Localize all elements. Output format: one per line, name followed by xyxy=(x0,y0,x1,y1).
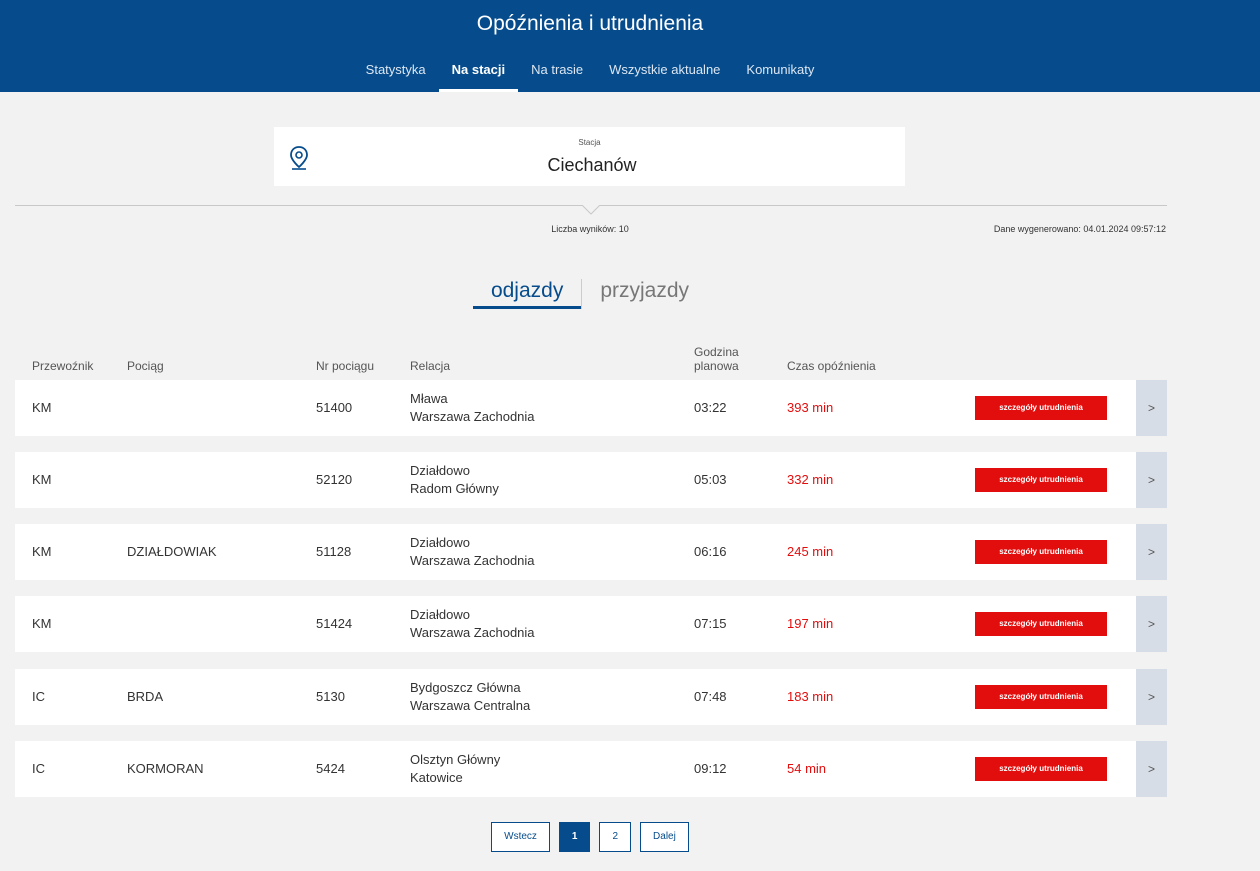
cell-planned: 06:16 xyxy=(694,544,727,559)
next-page-button[interactable]: Dalej xyxy=(640,822,689,852)
relation-from: Bydgoszcz Główna xyxy=(410,680,521,695)
relation-from: Działdowo xyxy=(410,535,470,550)
header-relation: Relacja xyxy=(410,359,451,373)
cell-carrier: KM xyxy=(32,400,52,415)
nav-item-na-stacji[interactable]: Na stacji xyxy=(438,62,519,92)
cell-relation: Olsztyn Główny Katowice xyxy=(410,751,500,787)
relation-to: Warszawa Zachodnia xyxy=(410,409,535,424)
cell-train-no: 51424 xyxy=(316,616,353,631)
generated-timestamp: Dane wygenerowano: 04.01.2024 09:57:12 xyxy=(993,224,1166,234)
relation-to: Warszawa Centralna xyxy=(410,698,531,713)
cell-delay: 54 min xyxy=(787,761,827,776)
details-button[interactable]: szczegóły utrudnienia xyxy=(975,685,1107,709)
details-button[interactable]: szczegóły utrudnienia xyxy=(975,757,1107,781)
relation-from: Mława xyxy=(410,391,448,406)
cell-train: KORMORAN xyxy=(127,761,204,776)
cell-carrier: KM xyxy=(32,544,52,559)
header-carrier: Przewoźnik xyxy=(32,359,94,373)
table-row: KM 51400 Mława Warszawa Zachodnia 03:22 3… xyxy=(15,380,1167,436)
page-2-button[interactable]: 2 xyxy=(599,822,632,852)
relation-from: Działdowo xyxy=(410,607,470,622)
cell-planned: 03:22 xyxy=(694,400,727,415)
chevron-right-icon[interactable]: > xyxy=(1136,596,1167,652)
cell-train: BRDA xyxy=(127,689,164,704)
page-header: Opóźnienia i utrudnienia Statystyka Na s… xyxy=(0,0,1260,92)
relation-to: Warszawa Zachodnia xyxy=(410,553,535,568)
cell-delay: 197 min xyxy=(787,616,834,631)
cell-relation: Działdowo Radom Główny xyxy=(410,462,499,498)
chevron-right-icon[interactable]: > xyxy=(1136,669,1167,725)
header-planned: Godzina planowa xyxy=(694,345,739,373)
table-row: IC BRDA 5130 Bydgoszcz Główna Warszawa Ce… xyxy=(15,669,1167,725)
cell-relation: Działdowo Warszawa Zachodnia xyxy=(410,606,535,642)
nav-item-na-trasie[interactable]: Na trasie xyxy=(518,62,596,92)
details-button[interactable]: szczegóły utrudnienia xyxy=(975,396,1107,420)
relation-from: Olsztyn Główny xyxy=(410,752,501,767)
cell-train-no: 5130 xyxy=(316,689,345,704)
header-train: Pociąg xyxy=(127,359,164,373)
nav-item-wszystkie-aktualne[interactable]: Wszystkie aktualne xyxy=(596,62,733,92)
cell-planned: 05:03 xyxy=(694,472,727,487)
cell-planned: 09:12 xyxy=(694,761,727,776)
tab-przyjazdy[interactable]: przyjazdy xyxy=(582,279,707,309)
relation-to: Warszawa Zachodnia xyxy=(410,625,535,640)
direction-tabs: odjazdy przyjazdy xyxy=(0,279,1180,309)
cell-carrier: IC xyxy=(32,689,45,704)
cell-train-no: 52120 xyxy=(316,472,353,487)
cell-planned: 07:15 xyxy=(694,616,727,631)
station-label: Stacja xyxy=(578,138,601,147)
tab-odjazdy[interactable]: odjazdy xyxy=(472,279,582,309)
nav-item-statystyka[interactable]: Statystyka xyxy=(353,62,439,92)
divider-notch xyxy=(582,205,600,215)
pagination: Wstecz 1 2 Dalej xyxy=(0,822,1180,852)
cell-delay: 183 min xyxy=(787,689,834,704)
chevron-right-icon[interactable]: > xyxy=(1136,452,1167,508)
station-selector[interactable]: Stacja Ciechanów xyxy=(274,127,905,186)
cell-carrier: IC xyxy=(32,761,45,776)
table-row: KM 52120 Działdowo Radom Główny 05:03 332… xyxy=(15,452,1167,508)
main-nav: Statystyka Na stacji Na trasie Wszystkie… xyxy=(0,62,1180,92)
cell-train-no: 51128 xyxy=(316,544,352,559)
prev-page-button[interactable]: Wstecz xyxy=(491,822,550,852)
details-button[interactable]: szczegóły utrudnienia xyxy=(975,540,1107,564)
nav-item-komunikaty[interactable]: Komunikaty xyxy=(733,62,827,92)
table-row: KM 51424 Działdowo Warszawa Zachodnia 07:… xyxy=(15,596,1167,652)
page-1-button[interactable]: 1 xyxy=(558,822,591,852)
cell-delay: 332 min xyxy=(787,472,834,487)
details-button[interactable]: szczegóły utrudnienia xyxy=(975,468,1107,492)
page-title: Opóźnienia i utrudnienia xyxy=(476,12,704,35)
cell-planned: 07:48 xyxy=(694,689,727,704)
table-row: IC KORMORAN 5424 Olsztyn Główny Katowice … xyxy=(15,741,1167,797)
cell-carrier: KM xyxy=(32,616,52,631)
header-delay: Czas opóźnienia xyxy=(787,359,876,373)
relation-to: Radom Główny xyxy=(410,481,499,496)
relation-to: Katowice xyxy=(410,770,463,785)
header-train-no: Nr pociągu xyxy=(316,359,375,373)
cell-delay: 393 min xyxy=(787,400,834,415)
cell-train-no: 5424 xyxy=(316,761,345,776)
cell-train-no: 51400 xyxy=(316,400,353,415)
header-planned-line2: planowa xyxy=(694,359,739,373)
cell-carrier: KM xyxy=(32,472,52,487)
cell-relation: Mława Warszawa Zachodnia xyxy=(410,390,535,426)
cell-relation: Działdowo Warszawa Zachodnia xyxy=(410,534,535,570)
cell-relation: Bydgoszcz Główna Warszawa Centralna xyxy=(410,679,530,715)
station-value: Ciechanów xyxy=(547,155,637,175)
cell-delay: 245 min xyxy=(787,544,834,559)
table-header: Przewoźnik Pociąg Nr pociągu Relacja God… xyxy=(15,340,1167,376)
details-button[interactable]: szczegóły utrudnienia xyxy=(975,612,1107,636)
relation-from: Działdowo xyxy=(410,463,470,478)
cell-train: DZIAŁDOWIAK xyxy=(127,544,217,559)
chevron-right-icon[interactable]: > xyxy=(1136,524,1167,580)
table-row: KM DZIAŁDOWIAK 51128 Działdowo Warszawa Z… xyxy=(15,524,1167,580)
chevron-right-icon[interactable]: > xyxy=(1136,380,1167,436)
header-planned-line1: Godzina xyxy=(694,345,739,359)
chevron-right-icon[interactable]: > xyxy=(1136,741,1167,797)
